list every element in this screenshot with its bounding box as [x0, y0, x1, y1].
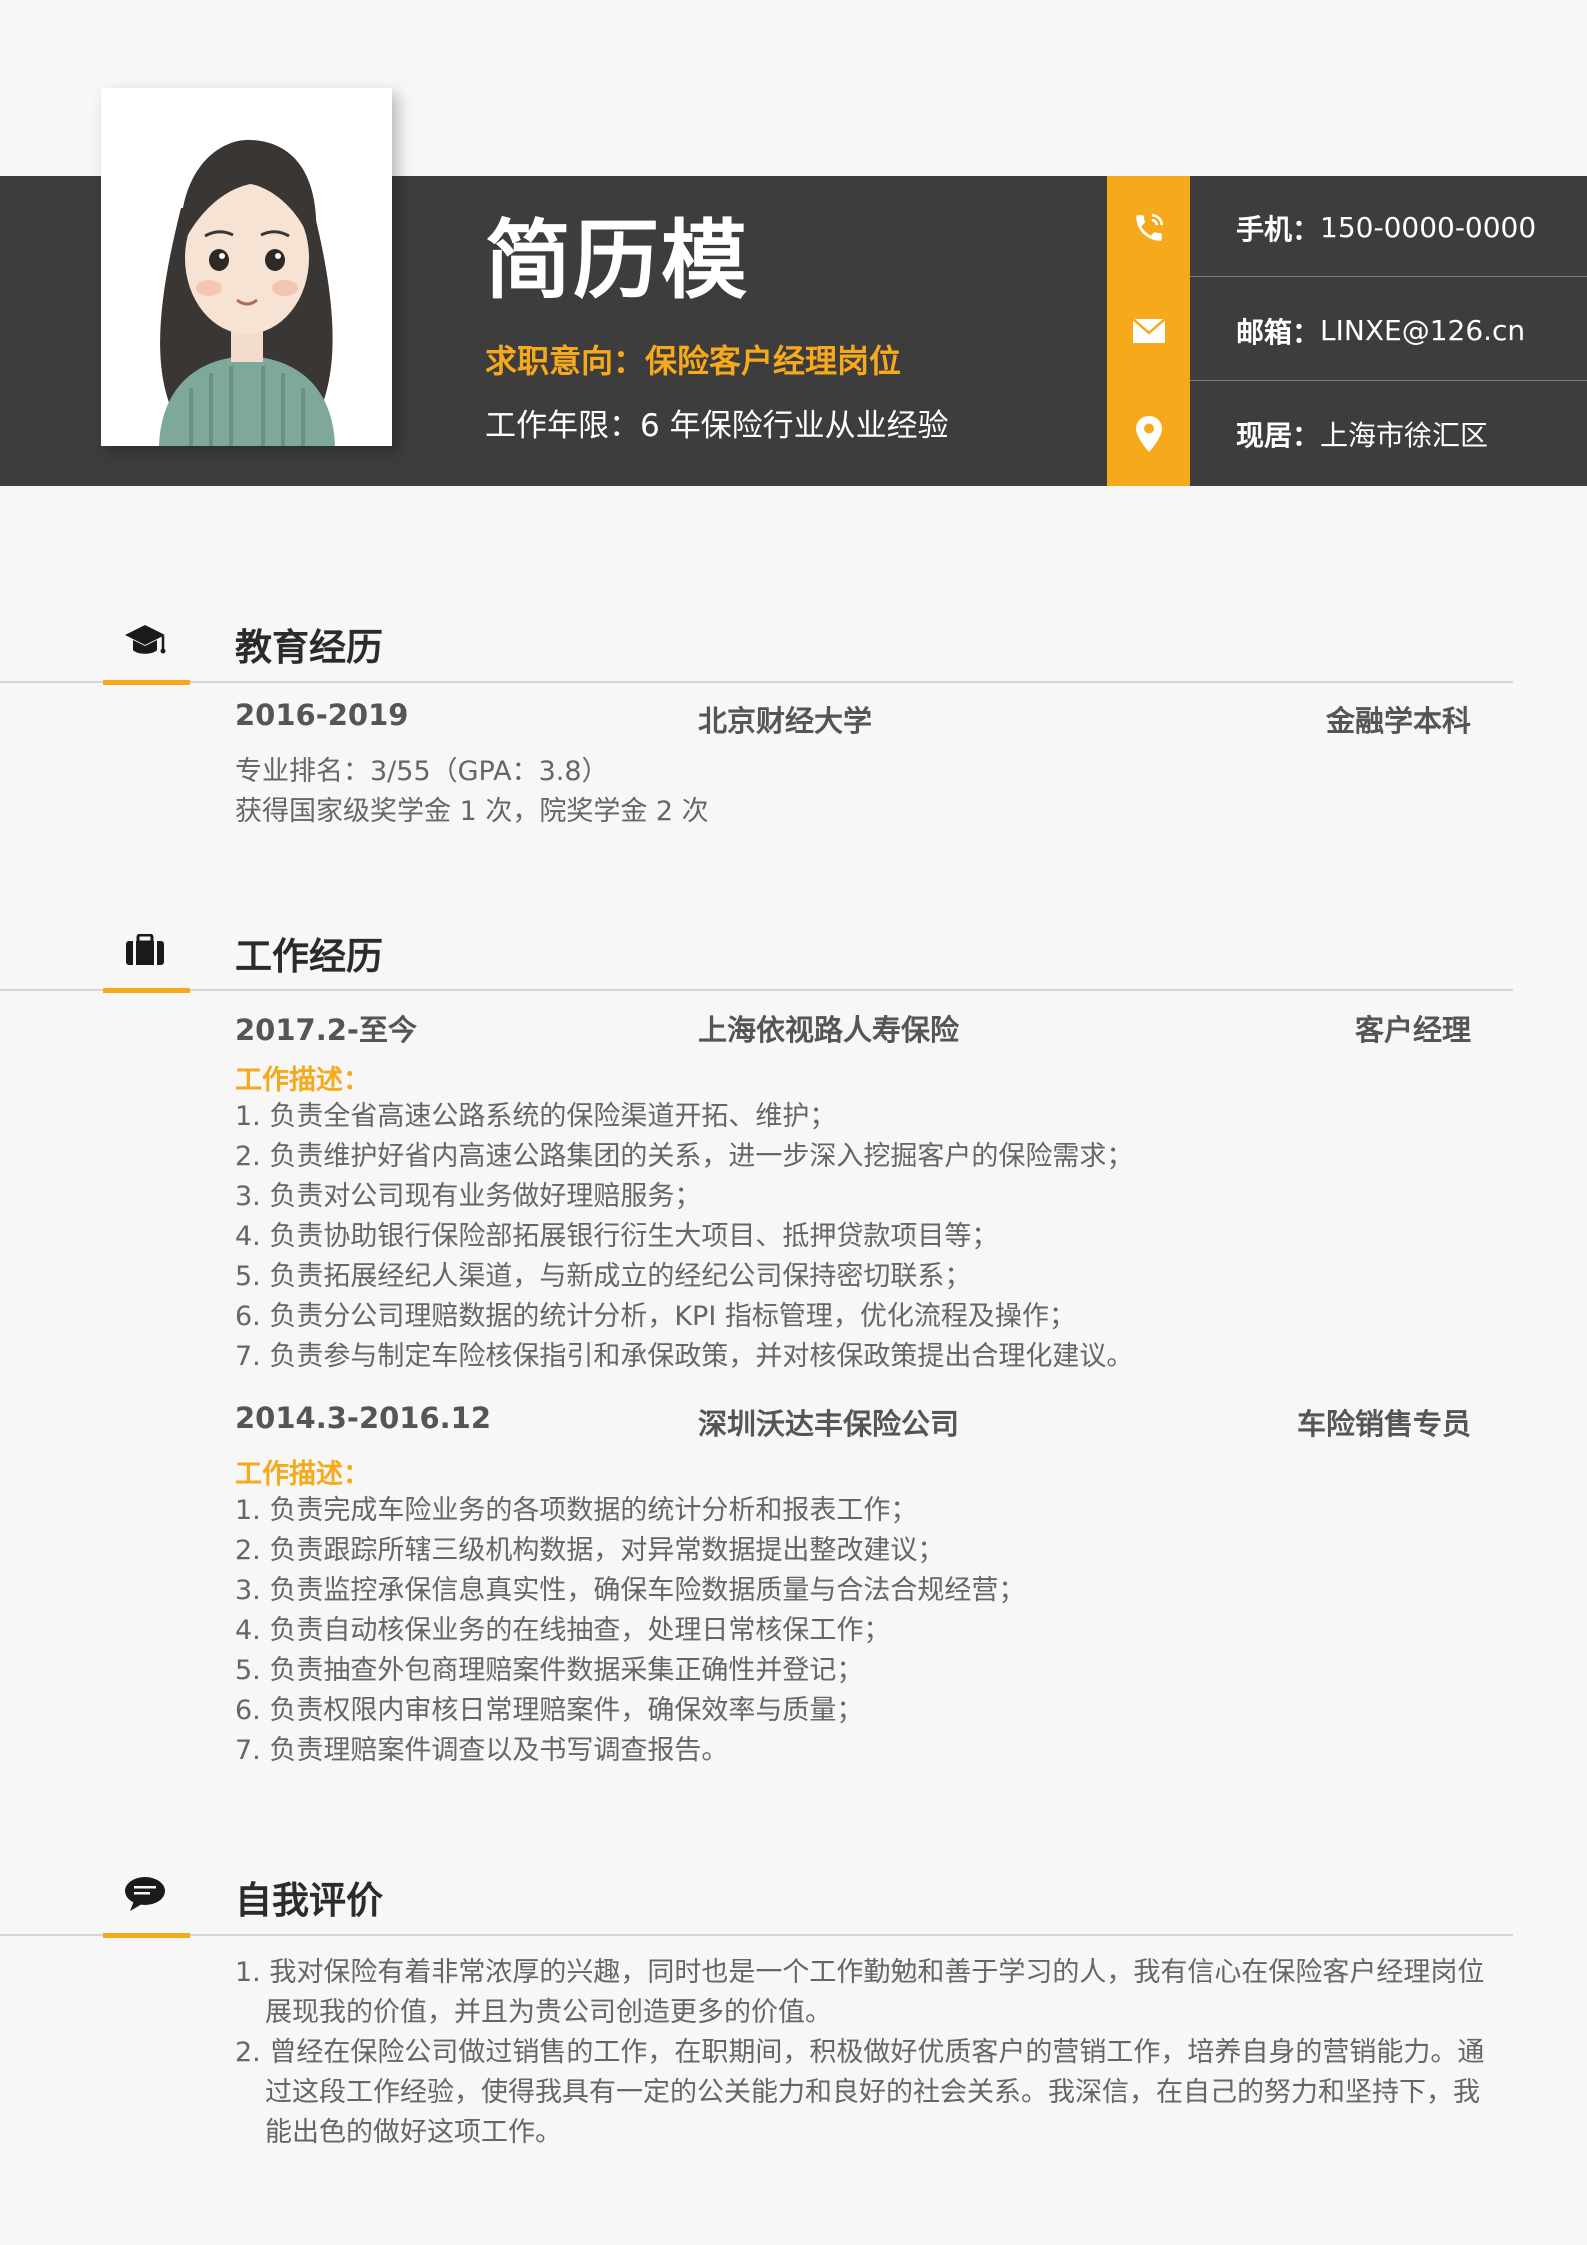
job-period: 2017.2-至今 — [235, 1013, 417, 1047]
job-row: 2014.3-2016.12 深圳沃达丰保险公司 车险销售专员 — [235, 1401, 1471, 1441]
list-item: 6. 负责权限内审核日常理赔案件，确保效率与质量； — [235, 1695, 864, 1726]
speech-bubble-icon — [120, 1872, 170, 1916]
candidate-name: 简历模 — [485, 211, 749, 311]
job-desc-label: 工作描述： — [235, 1065, 370, 1096]
job-row: 2017.2-至今 上海依视路人寿保险 客户经理 — [235, 1007, 1471, 1047]
job-company: 深圳沃达丰保险公司 — [698, 1407, 960, 1441]
list-item: 5. 负责拓展经纪人渠道，与新成立的经纪公司保持密切联系； — [235, 1261, 972, 1292]
section-accent-bar — [103, 1933, 190, 1938]
envelope-icon — [1107, 279, 1190, 382]
job-role: 车险销售专员 — [1296, 1407, 1471, 1441]
list-item: 4. 负责协助银行保险部拓展银行衍生大项目、抵押贷款项目等； — [235, 1221, 999, 1252]
list-item: 2. 负责维护好省内高速公路集团的关系，进一步深入挖掘客户的保险需求； — [235, 1141, 1134, 1172]
contact-divider — [1190, 276, 1587, 277]
section-divider — [0, 989, 1513, 991]
list-item: 1. 负责全省高速公路系统的保险渠道开拓、维护； — [235, 1101, 837, 1132]
list-item: 1. 负责完成车险业务的各项数据的统计分析和报表工作； — [235, 1495, 918, 1526]
contact-phone: 手机： 150-0000-0000 — [1190, 176, 1587, 279]
profile-photo — [101, 88, 392, 446]
list-item: 3. 负责监控承保信息真实性，确保车险数据质量与合法合规经营； — [235, 1575, 1026, 1606]
section-accent-bar — [103, 988, 190, 993]
job-role: 客户经理 — [1354, 1013, 1471, 1047]
education-scholarship: 获得国家级奖学金 1 次，院奖学金 2 次 — [235, 796, 709, 827]
location-pin-icon — [1107, 382, 1190, 485]
graduation-cap-icon — [120, 619, 170, 663]
education-row: 2016-2019 北京财经大学 金融学本科 — [235, 698, 1471, 738]
job-objective: 求职意向：保险客户经理岗位 — [485, 342, 902, 380]
list-item: 5. 负责抽查外包商理赔案件数据采集正确性并登记； — [235, 1655, 864, 1686]
list-item: 1. 我对保险有着非常浓厚的兴趣，同时也是一个工作勤勉和善于学习的人，我有信心在… — [235, 1957, 1485, 2028]
address-value: 上海市徐汇区 — [1320, 418, 1489, 452]
education-ranking: 专业排名：3/55（GPA：3.8） — [235, 756, 609, 787]
work-years: 工作年限：6 年保险行业从业经验 — [485, 408, 949, 444]
list-item: 2. 负责跟踪所辖三级机构数据，对异常数据提出整改建议； — [235, 1535, 945, 1566]
avatar-illustration — [101, 88, 392, 446]
section-title-work: 工作经历 — [235, 935, 383, 978]
contact-divider — [1190, 380, 1587, 381]
phone-icon — [1107, 176, 1190, 279]
evaluation-list: 1. 我对保险有着非常浓厚的兴趣，同时也是一个工作勤勉和善于学习的人，我有信心在… — [235, 1953, 1485, 2153]
list-item: 2. 曾经在保险公司做过销售的工作，在职期间，积极做好优质客户的营销工作，培养自… — [235, 2037, 1485, 2148]
job-period: 2014.3-2016.12 — [235, 1401, 492, 1435]
section-title-education: 教育经历 — [235, 626, 383, 669]
job-desc-list: 1. 负责全省高速公路系统的保险渠道开拓、维护； 2. 负责维护好省内高速公路集… — [235, 1097, 1133, 1377]
list-item: 4. 负责自动核保业务的在线抽查，处理日常核保工作； — [235, 1615, 891, 1646]
job-desc-label: 工作描述： — [235, 1459, 370, 1490]
section-divider — [0, 1934, 1513, 1936]
education-school: 北京财经大学 — [698, 704, 873, 738]
phone-value: 150-0000-0000 — [1320, 211, 1537, 244]
list-item: 7. 负责理赔案件调查以及书写调查报告。 — [235, 1735, 729, 1766]
contact-email: 邮箱： LINXE@126.cn — [1190, 279, 1587, 382]
list-item: 7. 负责参与制定车险核保指引和承保政策，并对核保政策提出合理化建议。 — [235, 1341, 1134, 1372]
job-desc-list: 1. 负责完成车险业务的各项数据的统计分析和报表工作； 2. 负责跟踪所辖三级机… — [235, 1491, 1025, 1771]
briefcase-icon — [120, 928, 170, 972]
email-label: 邮箱： — [1236, 315, 1321, 349]
section-title-evaluation: 自我评价 — [235, 1879, 383, 1922]
section-divider — [0, 681, 1513, 683]
list-item: 6. 负责分公司理赔数据的统计分析，KPI 指标管理，优化流程及操作； — [235, 1301, 1076, 1332]
section-accent-bar — [103, 680, 190, 685]
list-item: 3. 负责对公司现有业务做好理赔服务； — [235, 1181, 702, 1212]
contact-address: 现居： 上海市徐汇区 — [1190, 382, 1587, 485]
education-degree: 金融学本科 — [1325, 704, 1471, 738]
phone-label: 手机： — [1236, 212, 1321, 246]
education-period: 2016-2019 — [235, 698, 409, 732]
email-value: LINXE@126.cn — [1320, 314, 1526, 347]
address-label: 现居： — [1236, 418, 1321, 452]
job-company: 上海依视路人寿保险 — [698, 1013, 960, 1047]
